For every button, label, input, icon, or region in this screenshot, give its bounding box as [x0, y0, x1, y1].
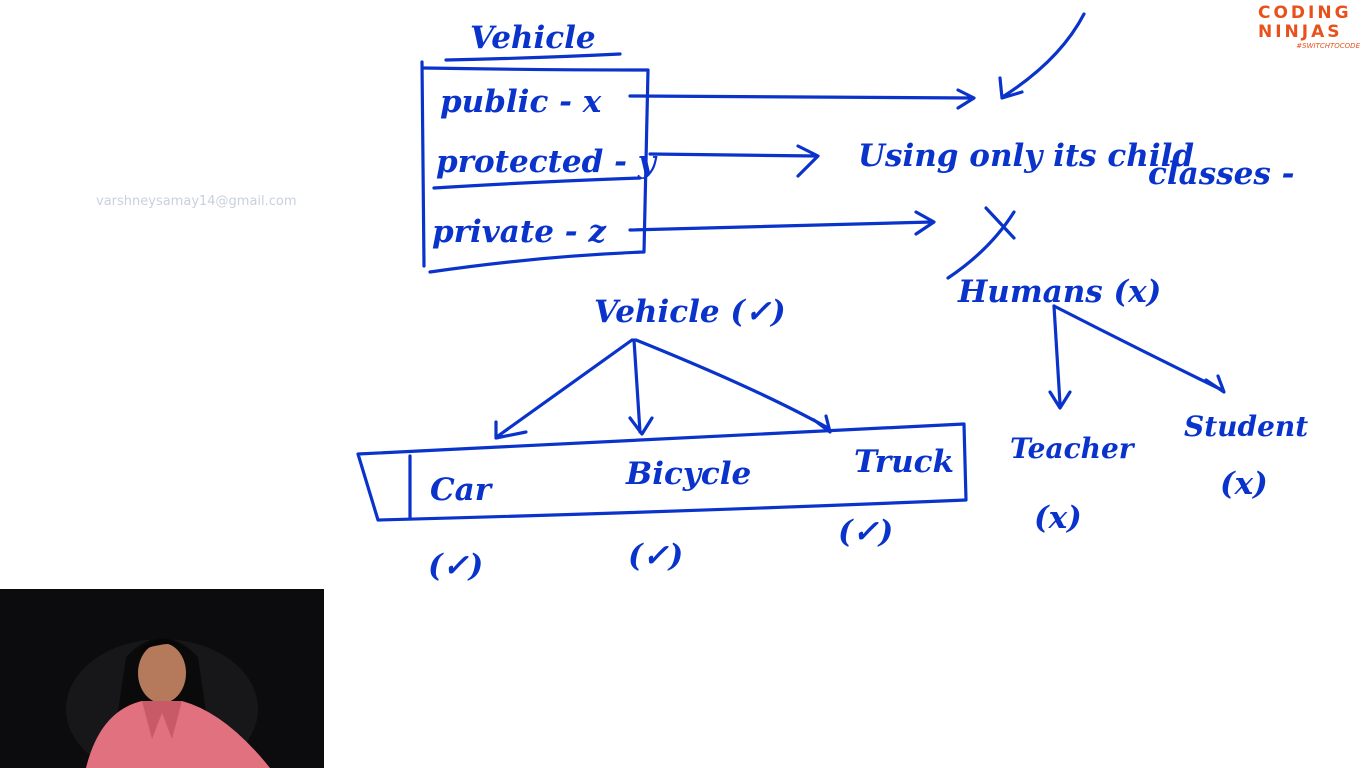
mark-teacher: (x): [1034, 500, 1082, 536]
protected-arrow: [648, 144, 820, 178]
webcam-overlay: [0, 589, 324, 768]
cross-mark: [946, 206, 1016, 280]
edge-teacher: [1048, 304, 1072, 410]
vehicle-tree: Vehicle (✓) Car Bicycle Truck (✓) (✓) (✓…: [356, 294, 968, 584]
member-arrows: [628, 12, 1086, 236]
tree-humans-root: Humans (x): [957, 274, 1161, 310]
edge-truck: [634, 338, 832, 434]
child-car: Car: [430, 472, 494, 508]
edge-student: [1052, 304, 1226, 394]
coding-ninjas-logo: CODING NINJAS #SWITCHTOCODE: [1258, 4, 1362, 54]
access-note-line1: Using only its child: [858, 138, 1194, 174]
email-watermark: varshneysamay14@gmail.com: [96, 194, 297, 209]
logo-name: CODING NINJAS: [1258, 3, 1352, 42]
humans-tree: Humans (x) Teacher Student (x) (x): [957, 274, 1308, 536]
child-student: Student: [1184, 410, 1308, 443]
vehicle-class-box: Vehicle public - x protected - y private…: [420, 20, 658, 274]
edge-car: [494, 338, 634, 440]
mark-student: (x): [1220, 466, 1268, 502]
mark-truck: (✓): [838, 514, 893, 550]
child-truck: Truck: [854, 444, 954, 480]
presenter-image: [0, 589, 324, 768]
public-arrow: [628, 88, 976, 110]
access-note-line2: classes -: [1148, 156, 1294, 192]
child-bicycle: Bicycle: [625, 456, 751, 492]
private-arrow: [628, 210, 936, 236]
tree-vehicle-root: Vehicle (✓): [594, 294, 786, 330]
box-title: Vehicle: [470, 20, 596, 56]
child-teacher: Teacher: [1010, 432, 1136, 465]
member-protected: protected - y: [436, 144, 658, 180]
edge-bicycle: [628, 338, 654, 436]
member-private: private - z: [432, 214, 607, 250]
mark-car: (✓): [428, 548, 483, 584]
mark-bicycle: (✓): [628, 538, 683, 574]
member-public: public - x: [440, 84, 602, 120]
logo-tagline: #SWITCHTOCODE: [1296, 42, 1360, 50]
top-arrow: [998, 12, 1086, 100]
